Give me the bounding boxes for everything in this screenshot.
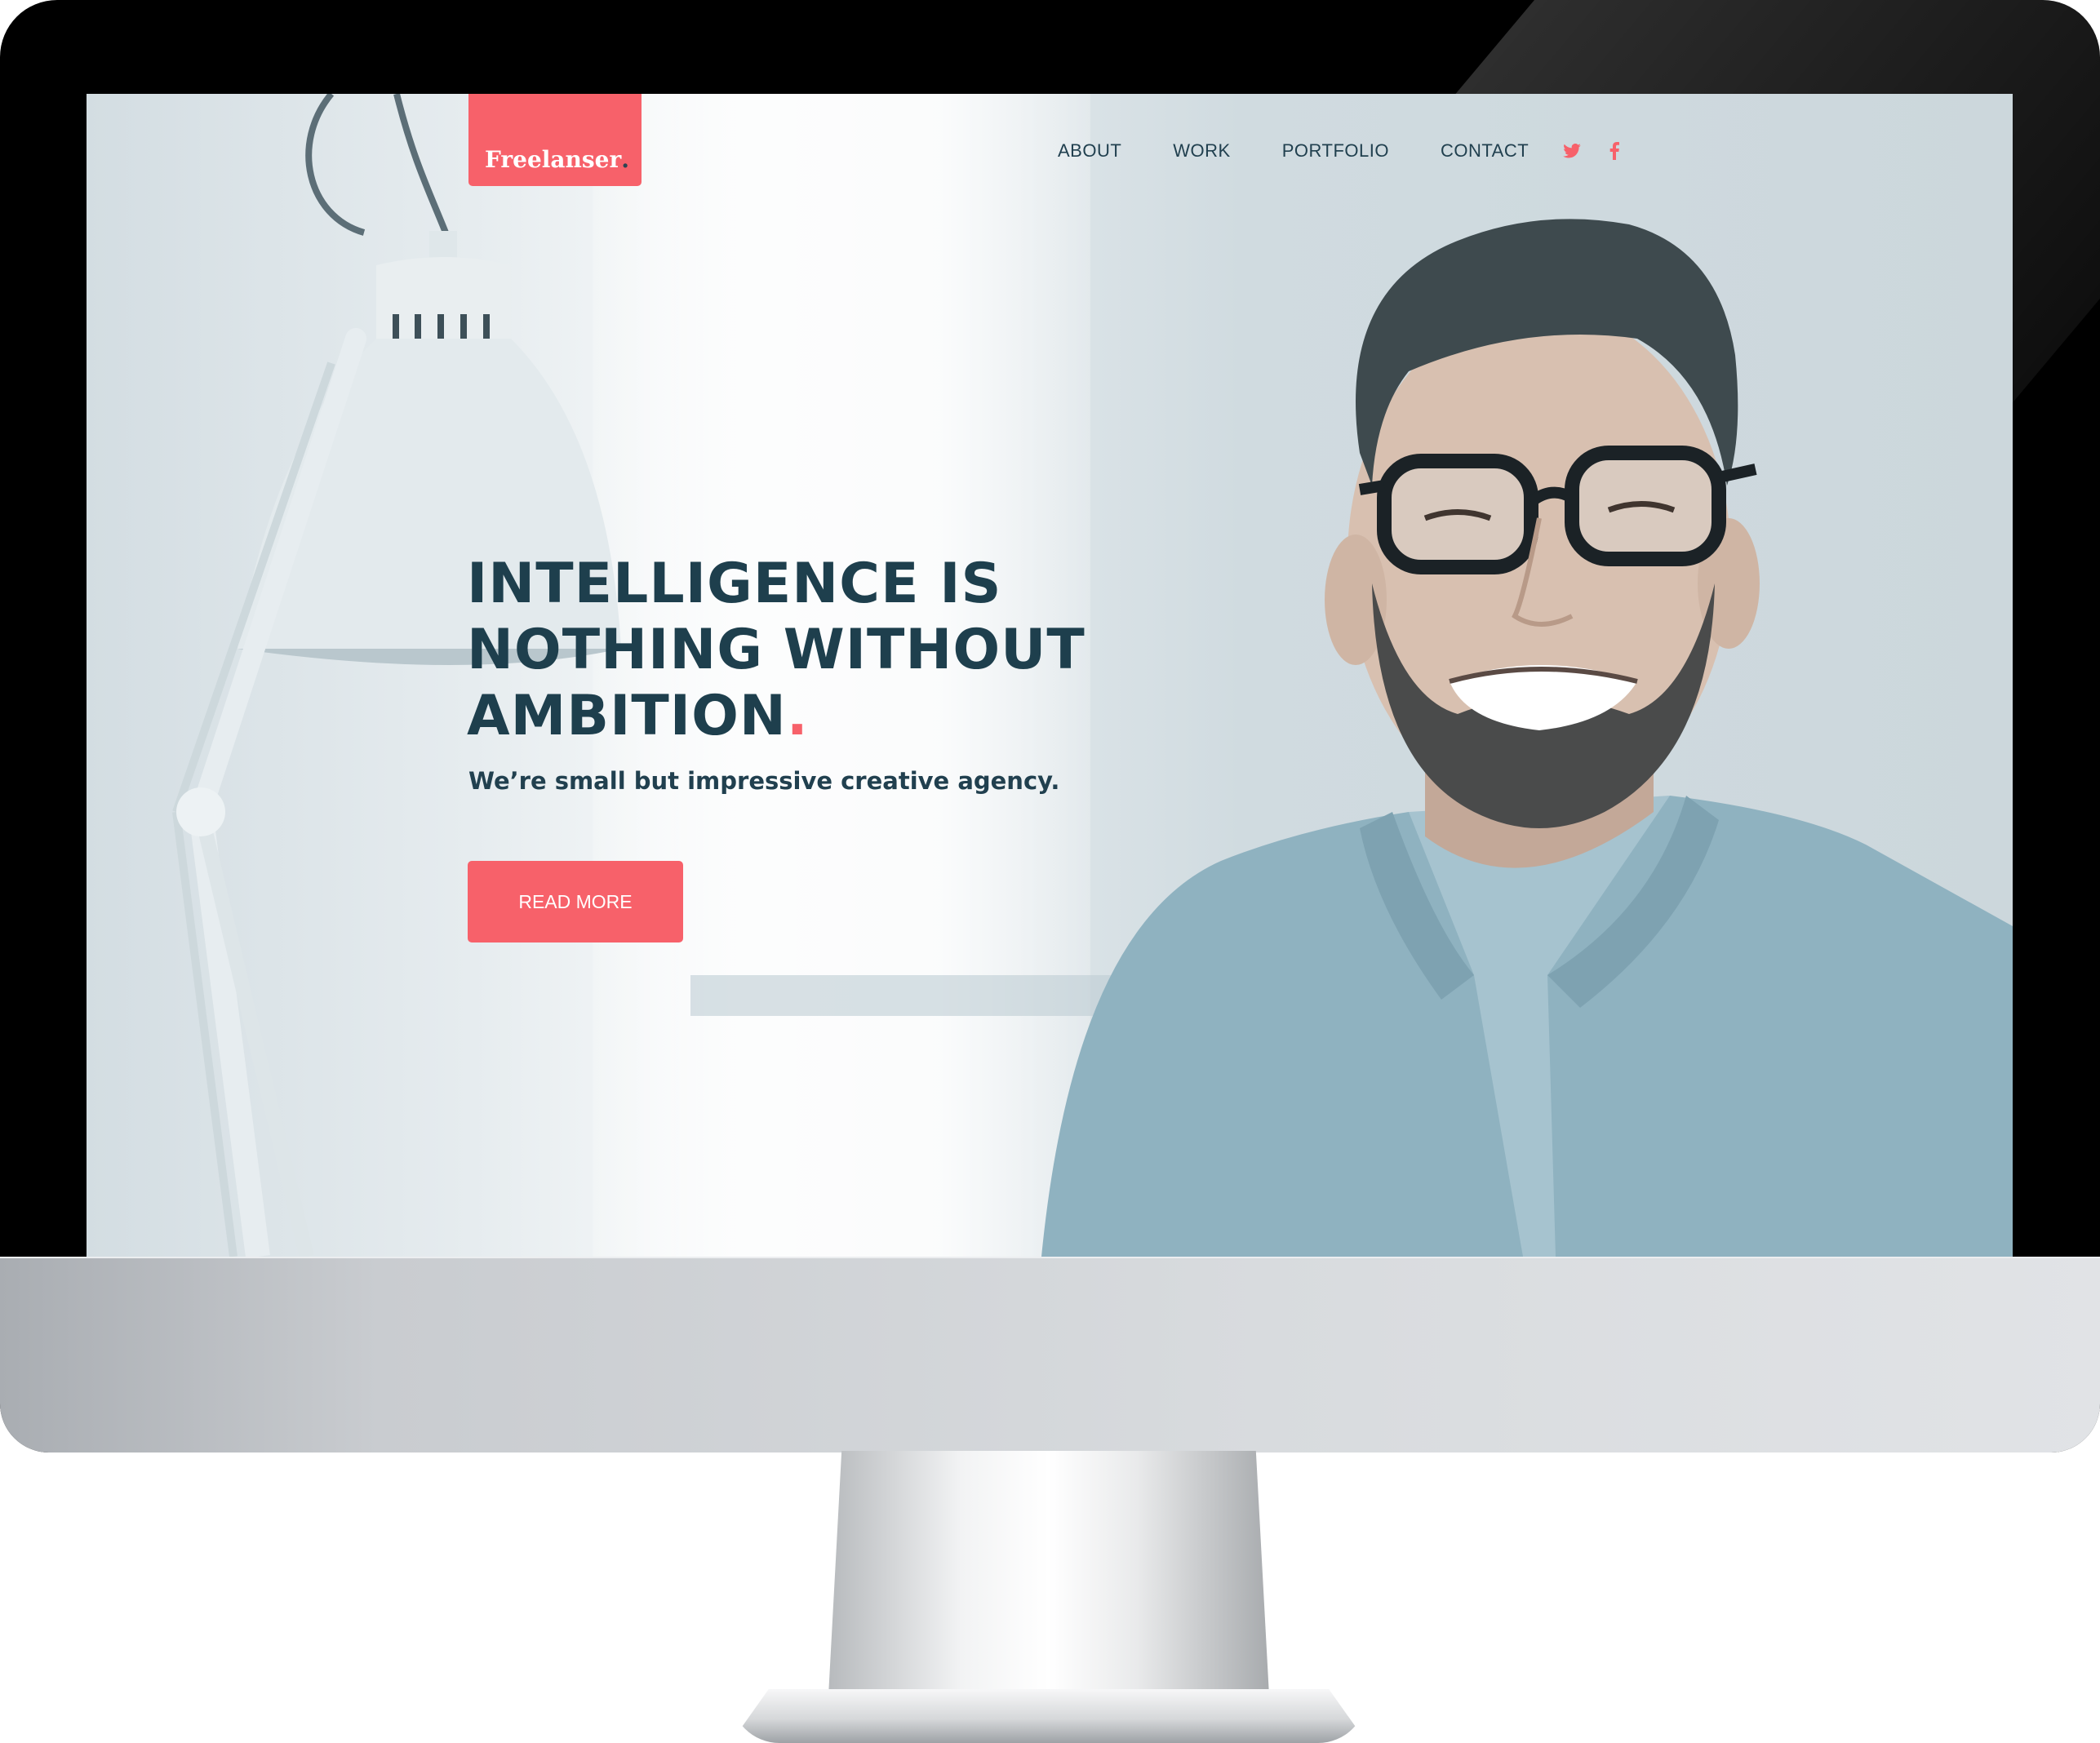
hero-title-line-3-text: AMBITION [467,684,787,748]
brand-name: Freelanser [485,146,622,173]
nav-item-portfolio[interactable]: PORTFOLIO [1282,140,1389,162]
monitor-stand [828,1451,1269,1696]
social-links [1560,139,1645,163]
monitor-stand-base [730,1689,1367,1743]
monitor-chin [0,1257,2100,1452]
hero-title: INTELLIGENCE IS NOTHING WITHOUT AMBITION… [467,551,1201,749]
nav-item-about[interactable]: ABOUT [1058,140,1121,162]
hero-title-line-1: INTELLIGENCE IS [467,552,1002,616]
hero-title-line-3: AMBITION. [467,683,1201,749]
main-nav: ABOUT WORK PORTFOLIO CONTACT [1058,135,1645,167]
read-more-button[interactable]: READ MORE [468,861,683,942]
website-screen: Freelanser. ABOUT WORK PORTFOLIO CONTACT… [87,94,2013,1257]
facebook-icon[interactable] [1602,139,1627,163]
hero-title-line-2: NOTHING WITHOUT [467,618,1086,682]
twitter-icon[interactable] [1560,139,1584,163]
monitor-frame: Freelanser. ABOUT WORK PORTFOLIO CONTACT… [0,0,2100,1452]
nav-item-contact[interactable]: CONTACT [1441,140,1529,162]
hero-title-accent-dot: . [786,684,809,748]
nav-item-work[interactable]: WORK [1173,140,1230,162]
brand-logo[interactable]: Freelanser. [468,94,642,186]
hero-subtitle: We’re small but impressive creative agen… [468,767,1060,795]
brand-dot: . [621,146,629,173]
